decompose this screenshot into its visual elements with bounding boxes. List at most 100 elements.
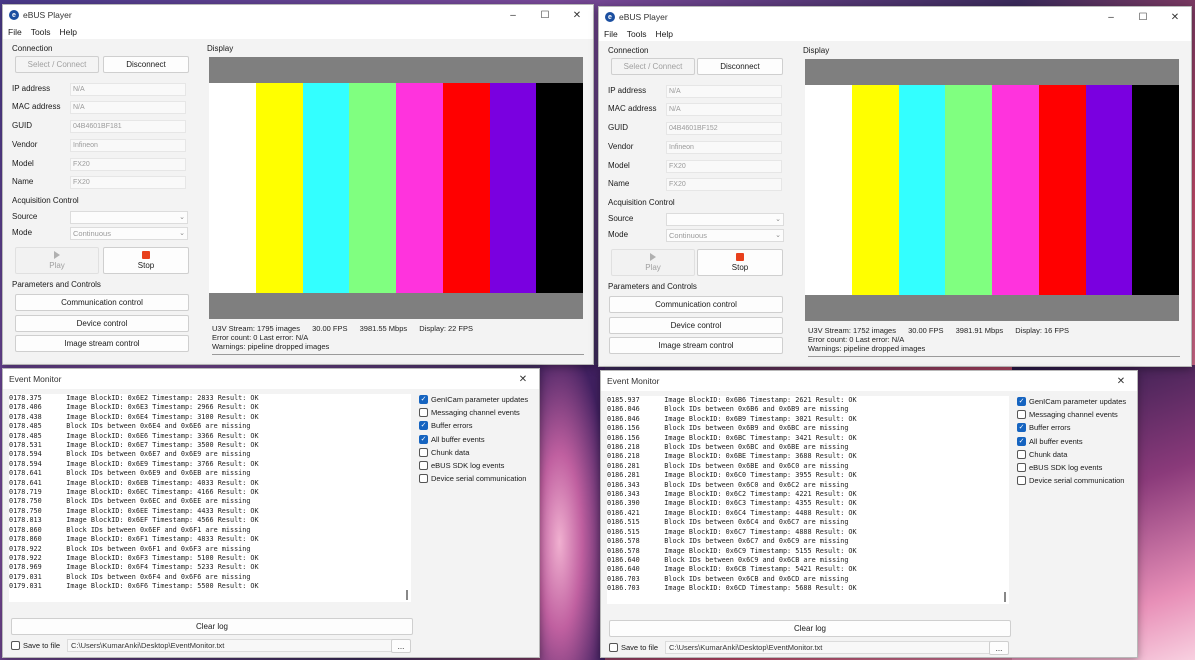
log-line: 0178.485 Image BlockID: 0x6E6 Timestamp:… (9, 431, 259, 440)
model-label: Model (12, 159, 34, 168)
title-bar[interactable]: Event Monitor ✕ (601, 371, 1137, 391)
stop-icon (142, 251, 150, 259)
stop-button[interactable]: Stop (697, 249, 783, 276)
select-connect-button[interactable]: Select / Connect (15, 56, 99, 73)
disconnect-button[interactable]: Disconnect (697, 58, 783, 75)
ip-address-label: IP address (12, 84, 51, 93)
close-icon[interactable]: ✕ (507, 369, 539, 389)
mac-address-row: MAC address N/A (12, 101, 192, 114)
option-checkbox[interactable]: Messaging channel events (419, 407, 520, 418)
option-label: eBUS SDK log events (431, 461, 505, 470)
log-line: 0186.640 Block IDs between 0x6C9 and 0x6… (607, 555, 849, 564)
log-line: 0178.531 Image BlockID: 0x6E7 Timestamp:… (9, 441, 259, 450)
play-button[interactable]: Play (15, 247, 99, 274)
minimize-icon[interactable]: – (1095, 7, 1127, 27)
error-info: Error count: 0 Last error: N/A (212, 333, 309, 342)
option-checkbox[interactable]: eBUS SDK log events (1017, 462, 1102, 473)
maximize-icon[interactable]: ☐ (1127, 7, 1159, 27)
stream-bandwidth: 3981.55 Mbps (359, 324, 408, 333)
device-control-button[interactable]: Device control (15, 315, 189, 332)
source-dropdown[interactable]: ⌄ (666, 213, 784, 226)
stop-label: Stop (137, 261, 155, 270)
select-connect-button[interactable]: Select / Connect (611, 58, 695, 75)
log-scrollbar[interactable] (1004, 592, 1006, 602)
menu-file[interactable]: File (604, 29, 618, 39)
play-button[interactable]: Play (611, 249, 695, 276)
close-icon[interactable]: ✕ (561, 5, 593, 25)
log-line: 0186.390 Image BlockID: 0x6C3 Timestamp:… (607, 499, 857, 508)
menu-tools[interactable]: Tools (31, 27, 51, 37)
disconnect-button[interactable]: Disconnect (103, 56, 189, 73)
log-line: 0186.578 Block IDs between 0x6C7 and 0x6… (607, 537, 849, 546)
menu-bar: File Tools Help (599, 27, 1191, 41)
title-bar[interactable]: e eBUS Player – ☐ ✕ (3, 5, 593, 25)
log-line: 0179.031 Block IDs between 0x6F4 and 0x6… (9, 572, 251, 581)
device-control-button[interactable]: Device control (609, 317, 783, 334)
save-to-file-checkbox[interactable]: Save to file (11, 640, 60, 651)
title-bar[interactable]: Event Monitor ✕ (3, 369, 539, 389)
close-icon[interactable]: ✕ (1159, 7, 1191, 27)
checkbox-box (1017, 410, 1026, 420)
option-label: Buffer errors (431, 421, 473, 431)
option-checkbox[interactable]: Device serial communication (419, 473, 526, 484)
option-checkbox[interactable]: Chunk data (1017, 449, 1067, 460)
browse-button[interactable]: ... (391, 639, 411, 653)
minimize-icon[interactable]: – (497, 5, 529, 25)
source-row: Source ⌄ (12, 211, 192, 224)
mode-dropdown[interactable]: Continuous ⌄ (70, 227, 188, 240)
maximize-icon[interactable]: ☐ (529, 5, 561, 25)
close-icon[interactable]: ✕ (1105, 371, 1137, 391)
checkmark-icon: ✓ (1017, 436, 1026, 446)
option-checkbox[interactable]: ✓ All buffer events (1017, 436, 1083, 447)
save-to-file-checkbox[interactable]: Save to file (609, 642, 658, 653)
image-stream-control-button[interactable]: Image stream control (609, 337, 783, 354)
menu-tools[interactable]: Tools (627, 29, 647, 39)
image-stream-control-button[interactable]: Image stream control (15, 335, 189, 352)
model-field: FX20 (70, 158, 186, 171)
checkmark-icon: ✓ (1017, 397, 1026, 406)
log-line: 0178.860 Block IDs between 0x6EF and 0x6… (9, 525, 251, 534)
option-checkbox[interactable]: Chunk data (419, 447, 469, 458)
log-scrollbar[interactable] (406, 590, 408, 600)
option-checkbox[interactable]: ✓ Buffer errors (1017, 422, 1071, 433)
option-checkbox[interactable]: ✓ All buffer events (419, 434, 485, 445)
mode-dropdown[interactable]: Continuous ⌄ (666, 229, 784, 242)
option-label: All buffer events (1029, 436, 1083, 446)
vendor-field: Infineon (70, 139, 186, 152)
log-line: 0178.813 Image BlockID: 0x6EF Timestamp:… (9, 516, 259, 525)
event-log[interactable]: 0178.375 Image BlockID: 0x6E2 Timestamp:… (9, 394, 411, 602)
communication-control-button[interactable]: Communication control (15, 294, 189, 311)
option-checkbox[interactable]: ✓ GenICam parameter updates (1017, 396, 1126, 407)
clear-log-button[interactable]: Clear log (609, 620, 1011, 637)
title-bar[interactable]: e eBUS Player – ☐ ✕ (599, 7, 1191, 27)
play-icon (54, 251, 60, 259)
event-log[interactable]: 0185.937 Image BlockID: 0x6B6 Timestamp:… (607, 396, 1009, 604)
log-line: 0178.594 Image BlockID: 0x6E9 Timestamp:… (9, 459, 259, 468)
color-bars (209, 83, 583, 293)
bar-magenta (396, 83, 443, 293)
mode-label: Mode (608, 230, 629, 239)
source-dropdown[interactable]: ⌄ (70, 211, 188, 224)
option-checkbox[interactable]: ✓ GenICam parameter updates (419, 394, 528, 405)
menu-help[interactable]: Help (656, 29, 673, 39)
option-checkbox[interactable]: ✓ Buffer errors (419, 420, 473, 431)
option-checkbox[interactable]: eBUS SDK log events (419, 460, 504, 471)
checkbox-box (419, 408, 428, 418)
vendor-label: Vendor (608, 142, 634, 151)
option-checkbox[interactable]: Messaging channel events (1017, 409, 1118, 420)
checkmark-icon: ✓ (419, 421, 428, 431)
option-checkbox[interactable]: Device serial communication (1017, 475, 1124, 486)
communication-control-button[interactable]: Communication control (609, 296, 783, 313)
menu-help[interactable]: Help (60, 27, 77, 37)
log-line: 0178.375 Image BlockID: 0x6E2 Timestamp:… (9, 394, 259, 402)
log-line: 0178.641 Image BlockID: 0x6EB Timestamp:… (9, 478, 259, 487)
log-line: 0186.343 Block IDs between 0x6C0 and 0x6… (607, 480, 849, 489)
stop-button[interactable]: Stop (103, 247, 189, 274)
log-line: 0186.515 Block IDs between 0x6C4 and 0x6… (607, 518, 849, 527)
guid-row: GUID 04B4601BF152 (608, 122, 788, 135)
browse-button[interactable]: ... (989, 641, 1009, 655)
mac-address-row: MAC address N/A (608, 103, 788, 116)
clear-log-button[interactable]: Clear log (11, 618, 413, 635)
ebus-app-icon: e (9, 10, 19, 20)
menu-file[interactable]: File (8, 27, 22, 37)
